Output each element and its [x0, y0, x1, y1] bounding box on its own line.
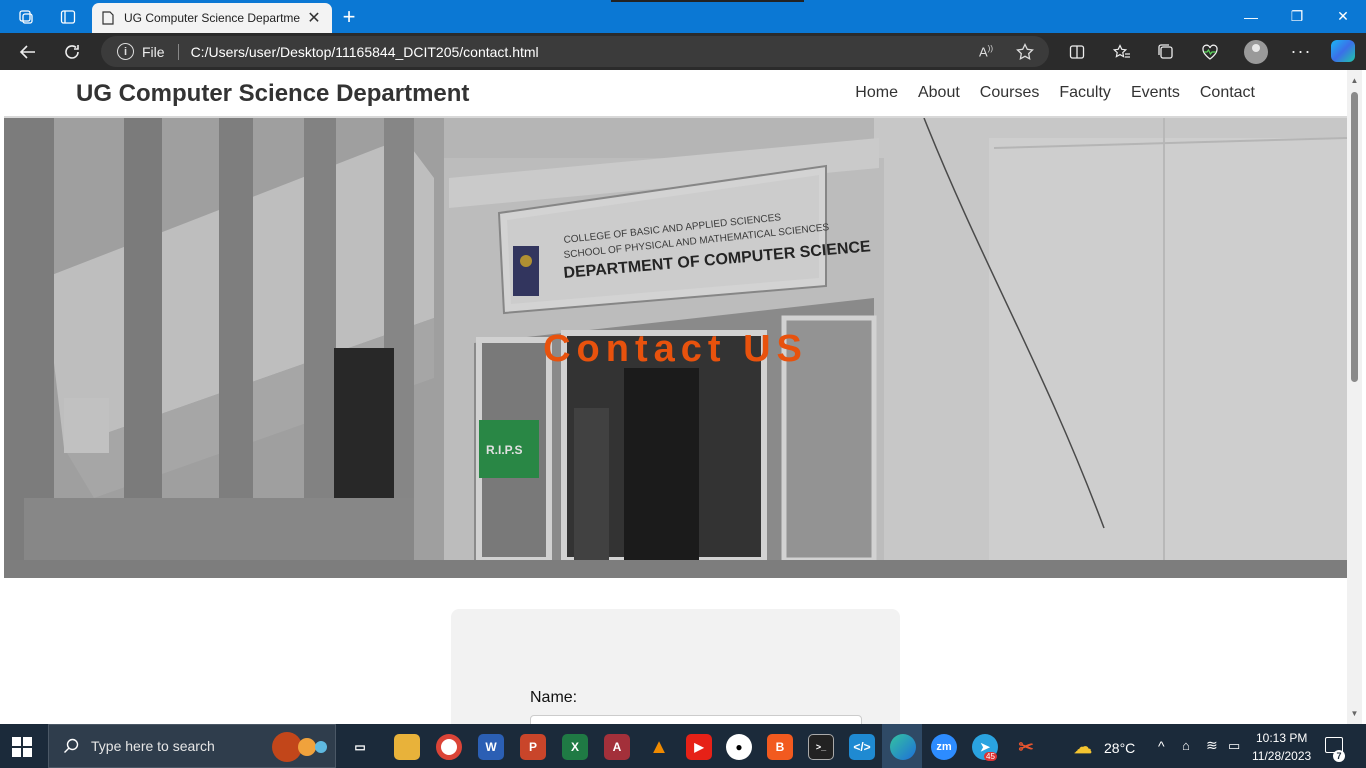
task-view-icon[interactable]: ▭	[347, 734, 373, 760]
close-tab-icon[interactable]: ✕	[306, 8, 322, 28]
name-input[interactable]	[530, 715, 862, 724]
scroll-up-icon[interactable]: ▲	[1350, 76, 1359, 85]
windows-taskbar: Type here to search ▭ W P X A ▲ ▶ ● B >_…	[0, 724, 1366, 768]
info-icon[interactable]: i	[117, 43, 134, 60]
browser-essentials-icon[interactable]	[1192, 33, 1228, 70]
chrome-icon[interactable]	[436, 734, 462, 760]
wifi-icon[interactable]: ≋	[1206, 737, 1218, 754]
clock-time[interactable]: 10:13 PM	[1256, 731, 1307, 745]
window-drag-indicator	[611, 0, 804, 2]
page-scrollbar[interactable]: ▲ ▼	[1347, 70, 1362, 724]
nav-about[interactable]: About	[918, 84, 960, 102]
excel-icon[interactable]: X	[562, 734, 588, 760]
taskbar-search[interactable]: Type here to search	[48, 724, 336, 768]
battery-icon[interactable]: ▭	[1228, 738, 1240, 754]
page-viewport: UG Computer Science Department Home Abou…	[4, 70, 1347, 724]
collections-icon[interactable]	[1148, 33, 1184, 70]
word-icon[interactable]: W	[478, 734, 504, 760]
restore-icon[interactable]: ❐	[1274, 0, 1320, 33]
nav-events[interactable]: Events	[1131, 84, 1180, 102]
scheme-label: File	[142, 43, 165, 60]
contact-form: Name:	[451, 609, 900, 724]
hero-banner: COLLEGE OF BASIC AND APPLIED SCIENCES SC…	[4, 118, 1347, 578]
site-title: UG Computer Science Department	[76, 80, 470, 107]
site-nav: Home About Courses Faculty Events Contac…	[855, 84, 1255, 102]
access-icon[interactable]: A	[604, 734, 630, 760]
brave-icon[interactable]: B	[767, 734, 793, 760]
snipping-tool-icon[interactable]: ✂	[1013, 734, 1039, 760]
nav-courses[interactable]: Courses	[980, 84, 1040, 102]
tab-title: UG Computer Science Departme	[124, 11, 301, 25]
search-icon	[64, 738, 79, 753]
tab-actions-icon[interactable]	[48, 0, 88, 33]
copilot-icon[interactable]	[1331, 40, 1355, 62]
meet-now-icon[interactable]: ⌂	[1182, 738, 1190, 753]
minimize-icon[interactable]: —	[1228, 0, 1274, 33]
vscode-icon[interactable]: </>	[849, 734, 875, 760]
site-header: UG Computer Science Department Home Abou…	[4, 70, 1347, 118]
github-icon[interactable]: ●	[726, 734, 752, 760]
tray-chevron-icon[interactable]: ^	[1158, 738, 1165, 754]
refresh-icon[interactable]	[54, 33, 90, 70]
youtube-icon[interactable]: ▶	[686, 734, 712, 760]
weather-icon[interactable]: ☁	[1070, 734, 1096, 760]
windows-start-icon[interactable]	[12, 737, 32, 757]
weather-temp[interactable]: 28°C	[1104, 740, 1135, 756]
zoom-icon[interactable]: zm	[931, 734, 957, 760]
browser-titlebar: UG Computer Science Departme ✕ + — ❐ ✕	[0, 0, 1366, 33]
notification-count: 7	[1333, 750, 1345, 762]
vlc-icon[interactable]: ▲	[646, 734, 672, 760]
search-highlight-icon	[272, 732, 327, 762]
favorite-star-icon[interactable]	[1010, 36, 1040, 67]
nav-contact[interactable]: Contact	[1200, 84, 1255, 102]
settings-more-icon[interactable]: ···	[1283, 33, 1319, 70]
browser-toolbar: i File C:/Users/user/Desktop/11165844_DC…	[0, 33, 1366, 70]
powerpoint-icon[interactable]: P	[520, 734, 546, 760]
edge-icon[interactable]	[890, 734, 916, 760]
profile-avatar[interactable]	[1244, 40, 1268, 64]
search-placeholder: Type here to search	[91, 738, 215, 754]
back-icon[interactable]	[10, 33, 46, 70]
new-tab-icon[interactable]: +	[336, 0, 362, 33]
url-text[interactable]: C:/Users/user/Desktop/11165844_DCIT205/c…	[191, 44, 539, 60]
active-tab[interactable]: UG Computer Science Departme ✕	[92, 3, 332, 33]
favorites-icon[interactable]	[1104, 33, 1140, 70]
terminal-icon[interactable]: >_	[808, 734, 834, 760]
nav-home[interactable]: Home	[855, 84, 898, 102]
split-screen-icon[interactable]	[1059, 33, 1095, 70]
page-icon	[102, 11, 114, 25]
scrollbar-thumb[interactable]	[1351, 92, 1358, 382]
scroll-down-icon[interactable]: ▼	[1350, 709, 1359, 718]
file-explorer-icon[interactable]	[394, 734, 420, 760]
hero-title: Contact US	[543, 328, 808, 370]
telegram-badge: 45	[984, 752, 997, 761]
name-label: Name:	[530, 689, 578, 706]
close-window-icon[interactable]: ✕	[1320, 0, 1366, 33]
workspaces-icon[interactable]	[6, 0, 46, 33]
clock-date[interactable]: 11/28/2023	[1252, 749, 1311, 763]
read-aloud-icon[interactable]: A))	[971, 36, 1001, 67]
address-bar[interactable]: i File C:/Users/user/Desktop/11165844_DC…	[101, 36, 1049, 67]
nav-faculty[interactable]: Faculty	[1059, 84, 1111, 102]
omnibox-divider	[177, 43, 179, 60]
